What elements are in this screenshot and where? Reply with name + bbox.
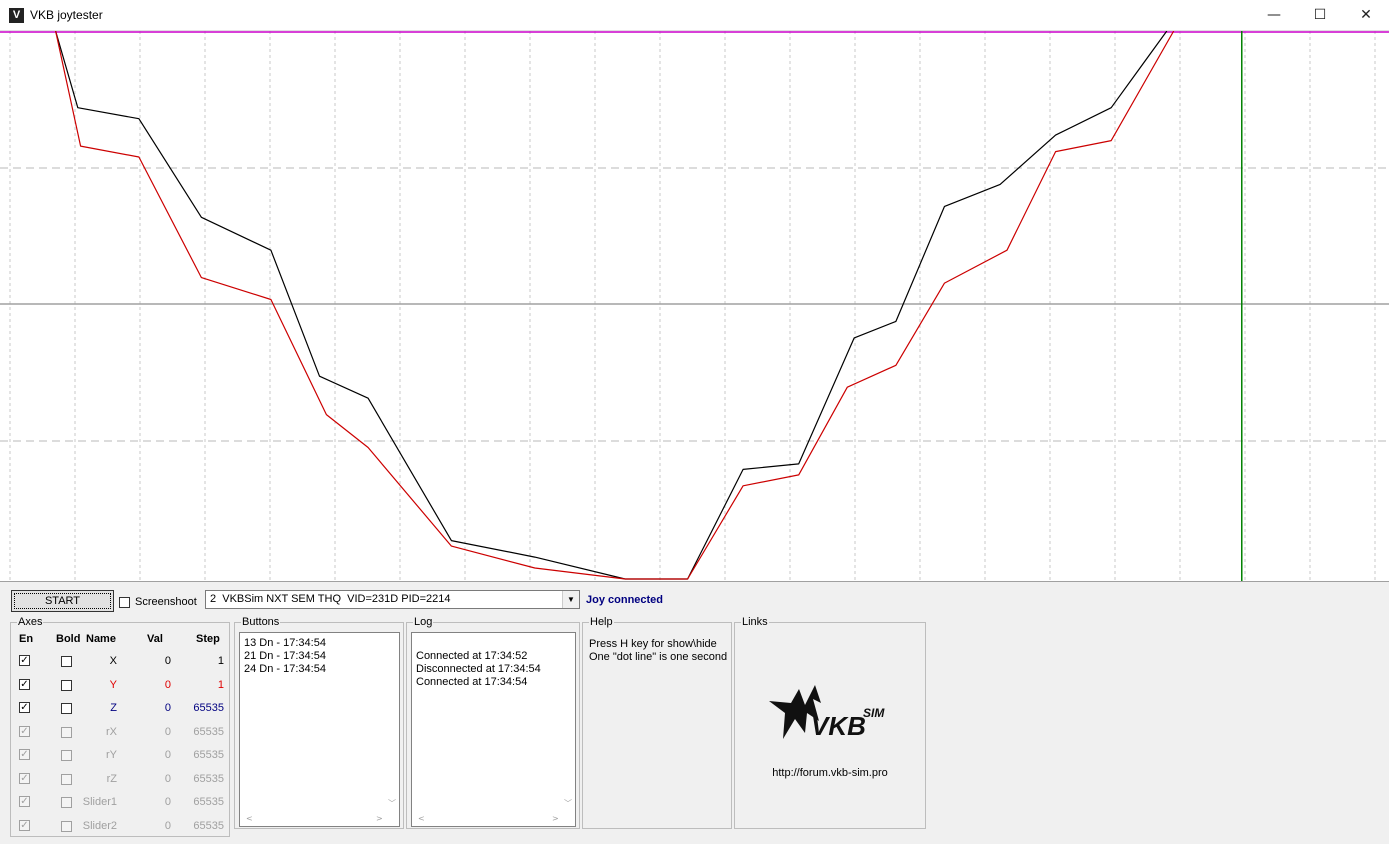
vkb-sim-logo: VKB SIM: [769, 685, 885, 741]
axis-plot-svg: [0, 31, 1389, 581]
axis-row: ✓ Slider2 0 65535: [11, 816, 229, 838]
axis-step: 1: [217, 655, 224, 667]
axis-name: rY: [106, 749, 117, 761]
axis-row: ✓ X 0 1: [11, 651, 229, 673]
axis-enable-checkbox[interactable]: ✓: [19, 678, 30, 690]
axis-value: 0: [164, 749, 171, 761]
axis-step: 1: [217, 678, 224, 691]
buttons-list[interactable]: 13 Dn - 17:34:54 21 Dn - 17:34:54 24 Dn …: [239, 632, 400, 827]
links-group: Links VKB SIM http://forum.vkb-sim.pro: [734, 616, 926, 829]
axis-row: ✓ rY 0 65535: [11, 745, 229, 767]
axis-name: rZ: [106, 772, 117, 785]
scroll-down-icon[interactable]: ﹀: [564, 798, 572, 809]
device-select-value: 2 VKBSim NXT SEM THQ VID=231D PID=2214: [210, 593, 451, 605]
axis-name: X: [109, 655, 117, 667]
col-step-header: Step: [196, 633, 220, 645]
axis-step: 65535: [193, 702, 224, 714]
device-select[interactable]: 2 VKBSim NXT SEM THQ VID=231D PID=2214 ▼: [205, 590, 580, 609]
scroll-down-icon[interactable]: ﹀: [388, 798, 396, 809]
axis-value: 0: [164, 655, 171, 667]
axis-value: 0: [164, 702, 171, 714]
series-line-0: [55, 31, 1168, 580]
axis-value: 0: [164, 819, 171, 832]
scroll-right-icon[interactable]: >: [376, 814, 383, 823]
logo-text: VKB: [811, 711, 866, 741]
axis-step: 65535: [193, 749, 224, 761]
list-item: Connected at 17:34:54: [416, 676, 528, 688]
axis-row: ✓ rX 0 65535: [11, 722, 229, 744]
axis-enable-checkbox[interactable]: ✓: [19, 796, 30, 807]
col-val-header: Val: [147, 633, 163, 645]
axis-step: 65535: [193, 796, 224, 808]
axis-name: Y: [109, 678, 117, 691]
help-text: One "dot line" is one second: [589, 651, 728, 663]
axis-value: 0: [164, 772, 171, 785]
list-item: Disconnected at 17:34:54: [416, 663, 541, 675]
axis-step: 65535: [193, 819, 224, 832]
axis-value: 0: [164, 796, 171, 808]
maximize-button[interactable]: ☐: [1297, 0, 1343, 31]
forum-link[interactable]: http://forum.vkb-sim.pro: [735, 767, 925, 779]
axis-step: 65535: [193, 772, 224, 785]
axes-group: Axes En Bold Name Val Step ✓ X 0 1 ✓ Y 0 1 ✓ Z 0 65…: [10, 616, 230, 838]
buttons-group-title: Buttons: [241, 616, 281, 628]
dropdown-arrow-icon[interactable]: ▼: [562, 591, 579, 608]
axis-enable-checkbox[interactable]: ✓: [19, 702, 30, 713]
axis-plot: [0, 31, 1389, 581]
minimize-button[interactable]: —: [1251, 0, 1297, 31]
axis-name: Slider1: [82, 796, 117, 808]
log-group-title: Log: [413, 616, 434, 628]
axis-value: 0: [164, 725, 171, 738]
axis-enable-checkbox[interactable]: ✓: [19, 819, 30, 831]
screenshot-label: Screenshoot: [135, 596, 197, 608]
help-text: Press H key for show\hide: [589, 638, 717, 650]
axis-name: Z: [110, 702, 117, 714]
screenshot-checkbox[interactable]: [119, 597, 130, 608]
buttons-group: Buttons 13 Dn - 17:34:54 21 Dn - 17:34:5…: [234, 616, 404, 829]
axis-row: ✓ Slider1 0 65535: [11, 792, 229, 814]
help-group-title: Help: [589, 616, 614, 628]
axis-value: 0: [164, 678, 171, 691]
axis-enable-checkbox[interactable]: ✓: [19, 655, 30, 666]
axes-group-title: Axes: [17, 616, 44, 628]
axis-name: rX: [106, 725, 117, 738]
control-panel: START Screenshoot 2 VKBSim NXT SEM THQ V…: [0, 581, 1389, 844]
axis-row: ✓ Y 0 1: [11, 675, 229, 697]
app-icon: V: [9, 8, 24, 23]
scroll-left-icon[interactable]: <: [418, 814, 425, 823]
axis-enable-checkbox[interactable]: ✓: [19, 725, 30, 737]
axis-name: Slider2: [82, 819, 117, 832]
title-bar: V VKB joytester — ☐ ✕: [0, 0, 1389, 31]
log-list[interactable]: Connected at 17:34:52 Disconnected at 17…: [411, 632, 576, 827]
col-bold-header: Bold: [56, 633, 81, 645]
axis-row: ✓ rZ 0 65535: [11, 769, 229, 791]
list-item: 21 Dn - 17:34:54: [244, 650, 326, 662]
series-line-1: [55, 31, 1175, 580]
axis-step: 65535: [193, 725, 224, 738]
list-item: Connected at 17:34:52: [416, 650, 528, 662]
scroll-right-icon[interactable]: >: [552, 814, 559, 823]
help-group: Help Press H key for show\hide One "dot …: [582, 616, 732, 829]
links-group-title: Links: [741, 616, 769, 628]
log-group: Log Connected at 17:34:52 Disconnected a…: [406, 616, 580, 829]
axis-enable-checkbox[interactable]: ✓: [19, 749, 30, 760]
col-en-header: En: [19, 633, 34, 645]
col-name-header: Name: [86, 633, 116, 645]
list-item: 24 Dn - 17:34:54: [244, 663, 326, 675]
list-item: 13 Dn - 17:34:54: [244, 637, 326, 649]
scroll-left-icon[interactable]: <: [246, 814, 253, 823]
connection-status: Joy connected: [586, 594, 664, 606]
window-title: VKB joytester: [30, 8, 103, 22]
axis-row: ✓ Z 0 65535: [11, 698, 229, 720]
logo-sup-text: SIM: [863, 706, 885, 720]
close-button[interactable]: ✕: [1343, 0, 1389, 31]
start-button[interactable]: START: [11, 590, 114, 612]
axis-enable-checkbox[interactable]: ✓: [19, 772, 30, 784]
